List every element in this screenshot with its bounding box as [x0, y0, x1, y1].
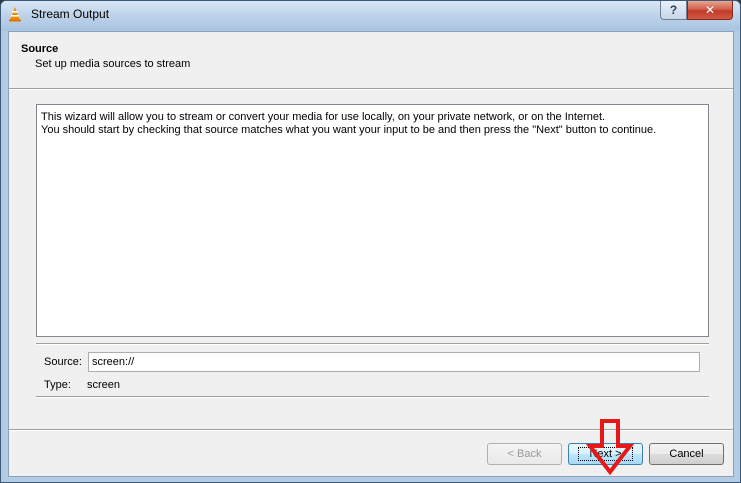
info-text-box[interactable]: This wizard will allow you to stream or … — [36, 104, 709, 337]
source-label: Source: — [44, 356, 82, 368]
info-line-1: This wizard will allow you to stream or … — [41, 111, 606, 123]
vlc-cone-icon — [9, 7, 21, 22]
close-button[interactable]: ✕ — [687, 1, 733, 20]
page-subtitle: Set up media sources to stream — [35, 58, 191, 70]
help-button[interactable]: ? — [660, 1, 687, 20]
down-arrow-annotation-icon — [586, 419, 634, 476]
source-top-divider — [36, 343, 709, 345]
source-bottom-divider — [36, 396, 709, 398]
source-input[interactable] — [88, 352, 700, 372]
type-label: Type: — [44, 379, 71, 391]
info-line-2: You should start by checking that source… — [41, 124, 657, 136]
wizard-header: Source Set up media sources to stream — [9, 32, 733, 88]
header-divider — [9, 88, 733, 90]
stream-output-window: Stream Output ? ✕ Source Set up media so… — [0, 0, 741, 483]
cancel-button[interactable]: Cancel — [649, 443, 724, 465]
window-title: Stream Output — [31, 7, 110, 21]
type-value: screen — [87, 379, 121, 391]
page-title: Source — [21, 43, 59, 55]
back-button[interactable]: < Back — [487, 443, 562, 465]
wizard-body: Source Set up media sources to stream Th… — [8, 31, 734, 477]
title-bar[interactable]: Stream Output ? ✕ — [1, 1, 740, 31]
